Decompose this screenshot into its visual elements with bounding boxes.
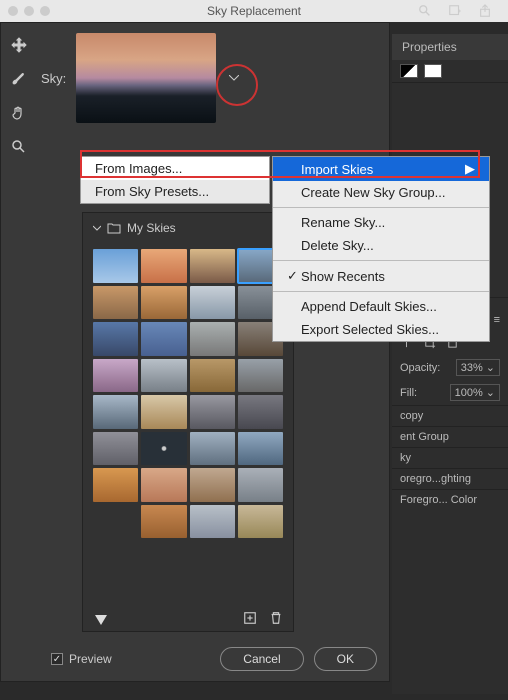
sky-dropdown-toggle[interactable] <box>226 70 242 86</box>
menu-append-default-skies[interactable]: Append Default Skies... <box>273 295 489 318</box>
sky-preset-thumb[interactable] <box>93 468 138 502</box>
menu-create-new-sky-group[interactable]: Create New Sky Group... <box>273 181 489 204</box>
preset-group-name: My Skies <box>127 221 176 235</box>
properties-panel: Properties ths≡ Opacity:33%⌄ Fill:100%⌄ … <box>392 34 508 694</box>
app-top-icons <box>418 0 492 22</box>
opacity-row[interactable]: Opacity:33%⌄ <box>392 355 508 380</box>
menu-rename-sky[interactable]: Rename Sky... <box>273 211 489 234</box>
brush-tool[interactable] <box>9 69 29 89</box>
move-tool[interactable] <box>9 35 29 55</box>
fill-row[interactable]: Fill:100%⌄ <box>392 380 508 405</box>
sky-preset-thumb[interactable] <box>238 468 283 502</box>
sky-preset-thumb[interactable] <box>190 505 235 539</box>
sky-preset-thumb[interactable] <box>190 395 235 429</box>
delete-preset-icon[interactable] <box>269 611 283 625</box>
layer-row[interactable]: ky <box>392 447 508 468</box>
sky-preset-thumb[interactable] <box>190 286 235 320</box>
preview-label: Preview <box>69 652 112 666</box>
layer-row[interactable]: ent Group <box>392 426 508 447</box>
submenu-arrow-icon: ▶ <box>465 161 475 177</box>
window-title: Sky Replacement <box>207 4 301 18</box>
share-icon[interactable] <box>478 4 492 18</box>
chevron-down-icon <box>229 75 239 81</box>
thumbnail-size-slider[interactable] <box>95 615 107 625</box>
sky-preset-thumb[interactable] <box>190 322 235 356</box>
menu-show-recents[interactable]: ✓Show Recents <box>273 264 489 288</box>
preview-checkbox[interactable]: ✓ Preview <box>51 652 112 666</box>
window-min-dot[interactable] <box>24 6 34 16</box>
layer-row[interactable]: Foregro... Color <box>392 489 508 510</box>
properties-tab[interactable]: Properties <box>392 34 508 60</box>
layer-row[interactable]: oregro...ghting <box>392 468 508 489</box>
sky-label: Sky: <box>41 71 66 86</box>
window-close-dot[interactable] <box>8 6 18 16</box>
folder-icon <box>107 222 121 234</box>
window-max-dot[interactable] <box>40 6 50 16</box>
sky-preset-thumb[interactable] <box>93 395 138 429</box>
search-icon[interactable] <box>418 4 432 18</box>
sky-preset-thumb[interactable] <box>238 505 283 539</box>
sky-preset-thumb[interactable] <box>141 359 186 393</box>
sky-preset-thumb[interactable] <box>238 359 283 393</box>
menu-import-skies[interactable]: Import Skies ▶ <box>273 157 489 181</box>
sky-preset-thumb[interactable] <box>190 468 235 502</box>
layer-row[interactable]: copy <box>392 405 508 426</box>
sky-preset-thumb[interactable] <box>141 286 186 320</box>
sky-preset-thumb[interactable] <box>141 468 186 502</box>
mask-icon[interactable] <box>424 64 442 78</box>
sky-preset-thumb[interactable] <box>141 249 186 283</box>
sky-preset-thumb[interactable] <box>93 359 138 393</box>
sky-preset-thumb[interactable] <box>93 249 138 283</box>
sky-actions-menu: Import Skies ▶ Create New Sky Group... R… <box>272 156 490 342</box>
menu-export-selected-skies[interactable]: Export Selected Skies... <box>273 318 489 341</box>
hand-tool[interactable] <box>9 103 29 123</box>
sky-preset-thumb[interactable] <box>141 432 186 466</box>
sky-preset-thumb[interactable] <box>93 286 138 320</box>
zoom-tool[interactable] <box>9 137 29 157</box>
sky-preset-thumb[interactable] <box>141 322 186 356</box>
menu-delete-sky[interactable]: Delete Sky... <box>273 234 489 257</box>
frame-icon[interactable] <box>448 4 462 18</box>
sky-preset-thumb[interactable] <box>141 505 186 539</box>
adjustment-icon[interactable] <box>400 64 418 78</box>
sky-source-menu: From Images... From Sky Presets... <box>80 156 270 204</box>
sky-preset-thumb[interactable] <box>190 432 235 466</box>
sky-preset-thumb[interactable] <box>93 322 138 356</box>
sky-preview-thumbnail[interactable] <box>76 33 216 123</box>
sky-preset-thumb[interactable] <box>141 395 186 429</box>
sky-preset-thumb[interactable] <box>190 249 235 283</box>
cancel-button[interactable]: Cancel <box>220 647 303 671</box>
sky-preset-thumb[interactable] <box>238 432 283 466</box>
sky-preset-picker: My Skies <box>82 212 294 632</box>
sky-preset-thumb[interactable] <box>190 359 235 393</box>
sky-toolbar <box>1 23 37 681</box>
sky-preset-thumb[interactable] <box>238 395 283 429</box>
sky-preset-thumb[interactable] <box>93 432 138 466</box>
menu-from-images[interactable]: From Images... <box>81 157 269 180</box>
ok-button[interactable]: OK <box>314 647 377 671</box>
menu-from-sky-presets[interactable]: From Sky Presets... <box>81 180 269 203</box>
new-preset-icon[interactable] <box>243 611 257 625</box>
chevron-down-icon[interactable] <box>93 224 101 232</box>
